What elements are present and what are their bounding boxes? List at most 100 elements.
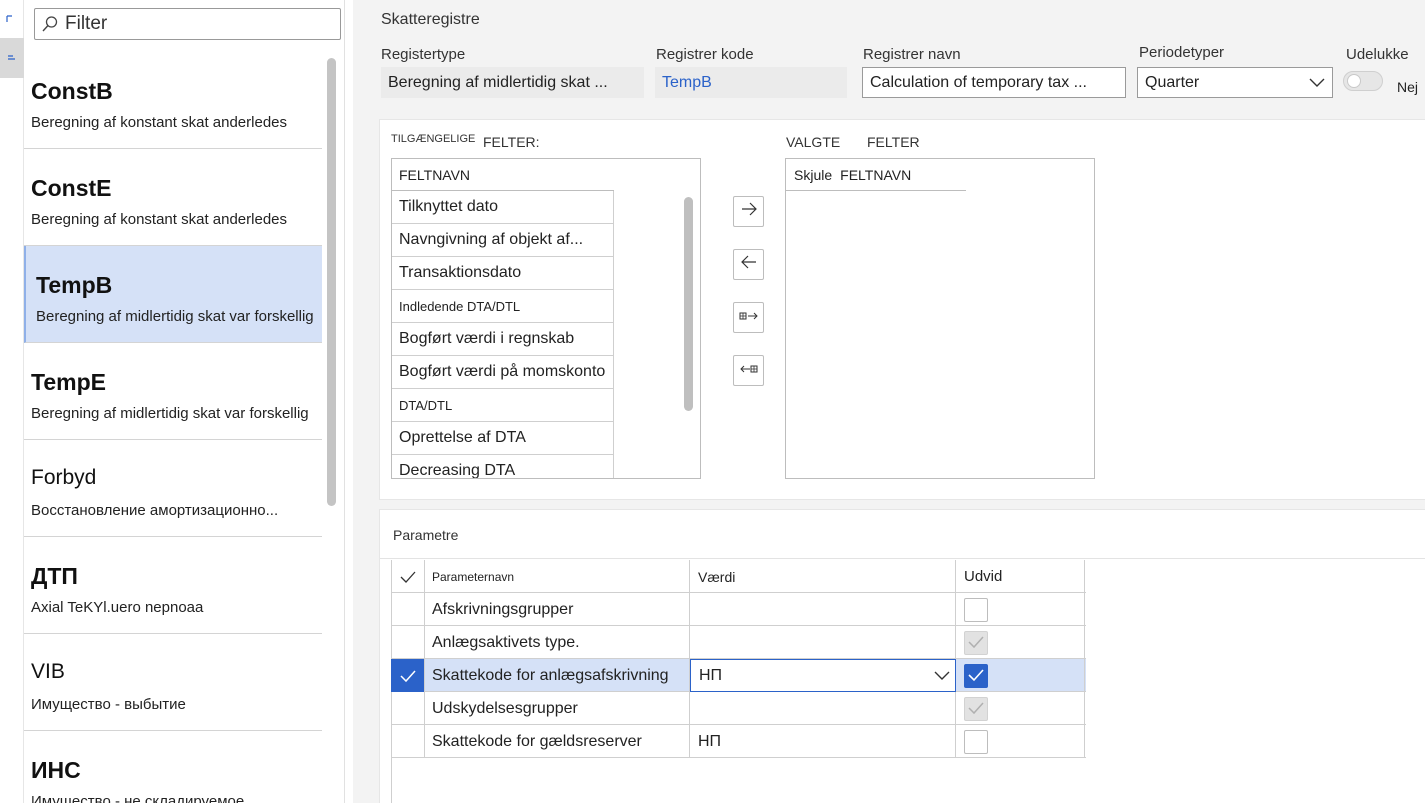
parameter-name: Afskrivningsgrupper bbox=[425, 593, 690, 626]
column-header-fieldname[interactable]: FELTNAVN bbox=[832, 167, 911, 183]
list-item[interactable]: Forbyd Восстановление амортизационно... bbox=[24, 440, 322, 537]
table-row[interactable]: Bogført værdi i regnskab bbox=[392, 323, 614, 356]
list-item[interactable]: ConstB Beregning af konstant skat anderl… bbox=[24, 52, 322, 149]
row-selector[interactable] bbox=[391, 692, 425, 725]
expand-cell bbox=[956, 593, 1085, 626]
list-item[interactable]: VIB Имущество - выбытие bbox=[24, 634, 322, 731]
list-item[interactable]: ConstE Beregning af konstant skat anderl… bbox=[24, 149, 322, 246]
available-fields-grid: FELTNAVN Tilknyttet dato Navngivning af … bbox=[391, 158, 701, 479]
remove-all-fields-button[interactable] bbox=[733, 355, 764, 386]
list-item-code: TempE bbox=[31, 369, 106, 395]
period-type-value: Quarter bbox=[1145, 73, 1200, 91]
register-name-input[interactable]: Calculation of temporary tax ... bbox=[862, 67, 1126, 98]
column-header-value[interactable]: Værdi bbox=[690, 560, 956, 593]
period-type-label: Periodetyper bbox=[1139, 44, 1225, 61]
list-scrollbar[interactable] bbox=[327, 58, 336, 506]
table-row[interactable]: Navngivning af objekt af... bbox=[392, 224, 614, 257]
select-all-checkbox[interactable] bbox=[391, 560, 425, 593]
table-row-selected[interactable]: Skattekode for anlægsafskrivning НП bbox=[391, 659, 1086, 692]
available-caption-suffix: FELTER: bbox=[483, 134, 540, 150]
parameter-name: Anlægsaktivets type. bbox=[425, 626, 690, 659]
expand-checkbox[interactable] bbox=[964, 663, 988, 688]
table-row[interactable]: Afskrivningsgrupper bbox=[391, 593, 1086, 626]
table-row[interactable]: Decreasing DTA bbox=[392, 455, 614, 478]
list-item[interactable]: ДТП Axial TeKYl.uero nepnoaa bbox=[24, 537, 322, 634]
remove-field-button[interactable] bbox=[733, 249, 764, 280]
exclude-label: Udelukke bbox=[1346, 46, 1409, 63]
parameters-title: Parametre bbox=[393, 527, 459, 543]
parameter-value[interactable] bbox=[690, 593, 956, 626]
checkmark-icon bbox=[400, 571, 415, 583]
list-item-selected[interactable]: TempB Beregning af midlertidig skat var … bbox=[24, 246, 322, 343]
available-column-header[interactable]: FELTNAVN bbox=[392, 159, 614, 191]
checkmark-icon bbox=[968, 636, 984, 649]
list-item-desc: Beregning af konstant skat anderledes bbox=[31, 114, 288, 131]
parameter-value[interactable]: НП bbox=[690, 725, 956, 758]
list-item-code: VIB bbox=[31, 660, 65, 683]
parameter-value[interactable] bbox=[690, 692, 956, 725]
table-row[interactable]: Anlægsaktivets type. bbox=[391, 626, 1086, 659]
remove-all-icon bbox=[739, 362, 759, 380]
list-item-desc: Beregning af konstant skat anderledes bbox=[31, 211, 288, 228]
register-code-field[interactable]: TempB bbox=[655, 67, 847, 98]
expand-checkbox bbox=[964, 696, 988, 721]
add-all-fields-button[interactable] bbox=[733, 302, 764, 333]
row-selector[interactable] bbox=[391, 626, 425, 659]
parameter-name: Skattekode for anlægsafskrivning bbox=[425, 659, 690, 692]
period-type-select[interactable]: Quarter bbox=[1137, 67, 1333, 98]
column-header-name[interactable]: Parameternavn bbox=[425, 560, 690, 593]
register-code-value[interactable]: TempB bbox=[662, 74, 712, 92]
toggle-knob bbox=[1347, 74, 1361, 88]
expand-checkbox bbox=[964, 630, 988, 655]
parameters-grid: Parameternavn Værdi Udvid Afskrivningsgr… bbox=[391, 560, 1086, 758]
table-row[interactable]: Tilknyttet dato bbox=[392, 191, 614, 224]
list-item-code: ConstB bbox=[31, 78, 113, 104]
grid-header-row: Parameternavn Værdi Udvid bbox=[391, 560, 1086, 593]
table-row[interactable]: Udskydelsesgrupper bbox=[391, 692, 1086, 725]
available-caption: TILGÆNGELIGE bbox=[391, 133, 476, 145]
list-item-code: ИНС bbox=[31, 757, 81, 783]
list-item[interactable]: TempE Beregning af midlertidig skat var … bbox=[24, 343, 322, 440]
filter-input[interactable]: Filter bbox=[34, 8, 341, 40]
fields-section: TILGÆNGELIGE FELTER: FELTNAVN Tilknyttet… bbox=[379, 119, 1425, 500]
row-selector[interactable] bbox=[391, 725, 425, 758]
column-header-expand[interactable]: Udvid bbox=[956, 560, 1085, 593]
table-row[interactable]: Transaktionsdato bbox=[392, 257, 614, 290]
selected-grid-header: Skjule FELTNAVN bbox=[786, 159, 966, 191]
register-list: ConstB Beregning af konstant skat anderl… bbox=[24, 52, 322, 803]
list-item-code: Forbyd bbox=[31, 466, 97, 489]
expand-checkbox[interactable] bbox=[964, 597, 988, 622]
list-view-icon[interactable] bbox=[0, 38, 24, 78]
selected-fields-grid: Skjule FELTNAVN bbox=[785, 158, 1095, 479]
parameter-value-dropdown[interactable]: НП bbox=[690, 659, 956, 692]
register-name-label: Registrer navn bbox=[863, 46, 961, 63]
parameter-name: Udskydelsesgrupper bbox=[425, 692, 690, 725]
table-row[interactable]: Bogført værdi på momskonto bbox=[392, 356, 614, 389]
table-row[interactable]: DTA/DTL bbox=[392, 389, 614, 422]
filter-placeholder: Filter bbox=[65, 13, 108, 34]
selected-caption-suffix: FELTER bbox=[867, 134, 920, 150]
list-item[interactable]: ИНС Имущество - не складируемое bbox=[24, 731, 322, 803]
expand-checkbox[interactable] bbox=[964, 729, 988, 754]
exclude-toggle[interactable] bbox=[1343, 71, 1383, 91]
parameter-name: Skattekode for gældsreserver bbox=[425, 725, 690, 758]
add-field-button[interactable] bbox=[733, 196, 764, 227]
parameter-value[interactable] bbox=[690, 626, 956, 659]
checkmark-icon bbox=[399, 669, 416, 682]
list-item-code: ConstE bbox=[31, 175, 112, 201]
register-type-value: Beregning af midlertidig skat ... bbox=[388, 73, 608, 91]
filter-icon[interactable] bbox=[0, 0, 24, 40]
row-selector[interactable] bbox=[391, 593, 425, 626]
table-row[interactable]: Skattekode for gældsreserver НП bbox=[391, 725, 1086, 758]
register-name-value: Calculation of temporary tax ... bbox=[870, 73, 1087, 91]
row-selector[interactable] bbox=[391, 659, 425, 692]
available-scrollbar[interactable] bbox=[684, 197, 693, 411]
register-type-field: Beregning af midlertidig skat ... bbox=[381, 67, 644, 98]
register-type-label: Registertype bbox=[381, 46, 466, 63]
checkmark-icon bbox=[968, 702, 984, 715]
list-item-code: ДТП bbox=[31, 563, 78, 589]
table-row[interactable]: Indledende DTA/DTL bbox=[392, 290, 614, 323]
column-header-hide[interactable]: Skjule bbox=[786, 167, 832, 183]
table-row[interactable]: Oprettelse af DTA bbox=[392, 422, 614, 455]
register-code-label: Registrer kode bbox=[656, 46, 754, 63]
